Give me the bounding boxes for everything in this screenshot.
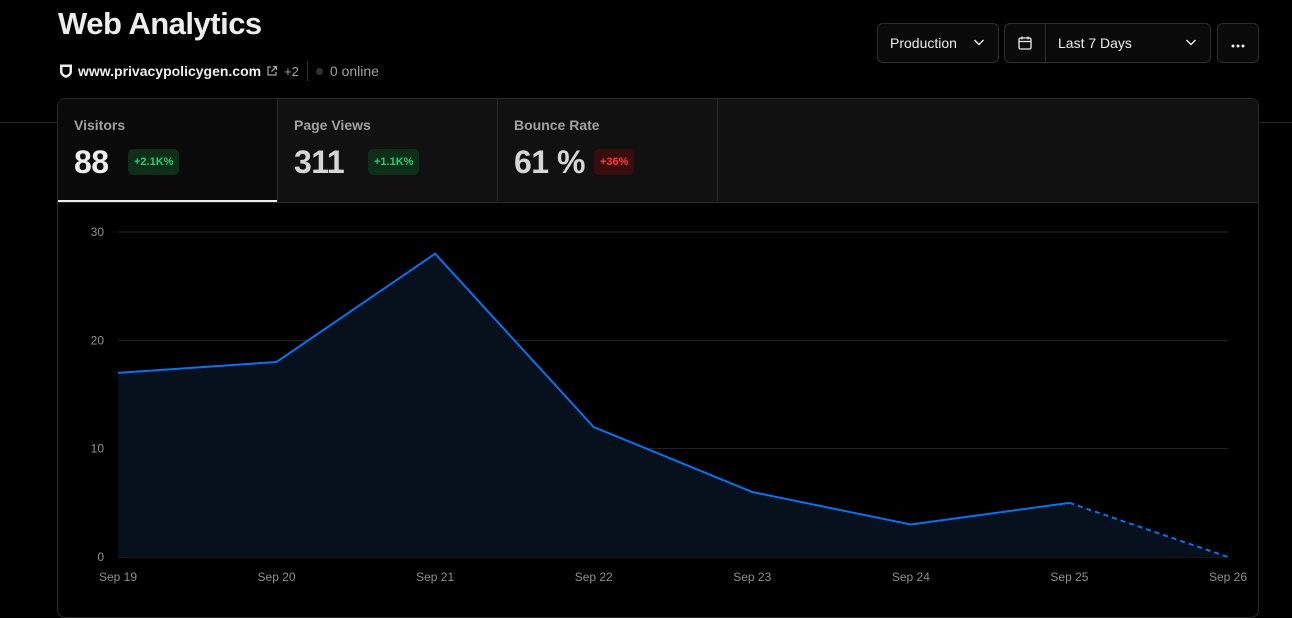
x-tick-label: Sep 25 <box>1050 570 1088 584</box>
series-area <box>118 253 1228 557</box>
visitors-chart: 0 10 20 30 Sep 19 Sep 20 Sep 21 Sep 22 Sep 23 Sep… <box>91 225 1248 584</box>
x-tick-label: Sep 22 <box>575 570 613 584</box>
x-tick-label: Sep 24 <box>892 570 930 584</box>
y-tick-label: 20 <box>91 333 105 347</box>
y-tick-label: 10 <box>91 442 105 456</box>
x-tick-label: Sep 21 <box>416 570 454 584</box>
x-tick-label: Sep 23 <box>733 570 771 584</box>
x-tick-label: Sep 20 <box>258 570 296 584</box>
x-tick-label: Sep 26 <box>1209 570 1247 584</box>
y-tick-label: 0 <box>97 550 104 564</box>
x-tick-label: Sep 19 <box>99 570 137 584</box>
y-tick-label: 30 <box>91 225 105 239</box>
